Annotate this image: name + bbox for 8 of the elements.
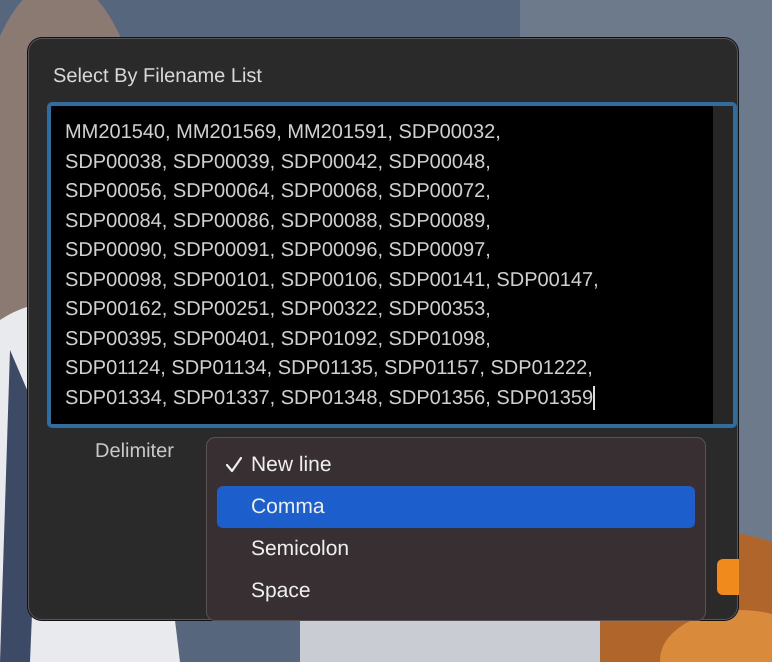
delimiter-label: Delimiter [95, 440, 174, 463]
confirm-button[interactable] [717, 559, 739, 595]
menu-item[interactable]: Space [217, 570, 695, 612]
text-area-field[interactable]: MM201540, MM201569, MM201591, SDP00032, SDP00038, SDP00039, SDP00042, SDP00048, SDP00056, SDP00064, SDP00068, SDP00072, SDP00084, SDP00086, SDP00088, SDP00089, SDP00090, SDP00091, SDP00096, SDP00097, SDP00098, SDP00101, SDP00106, SDP00141, SDP00147, SDP00162, SDP00251, SDP00322, SDP00353, SDP00395, SDP00401, SDP01092, SDP01098, SDP01124, SDP01134, SDP01135, SDP01157, SDP01222, SDP01334, SDP01337, SDP01348, SDP01356, SDP01359 [47, 102, 737, 428]
menu-item[interactable]: New line [217, 444, 695, 486]
menu-item[interactable]: Comma [217, 486, 695, 528]
dialog-title: Select By Filename List [53, 65, 263, 88]
menu-item[interactable]: Semicolon [217, 528, 695, 570]
